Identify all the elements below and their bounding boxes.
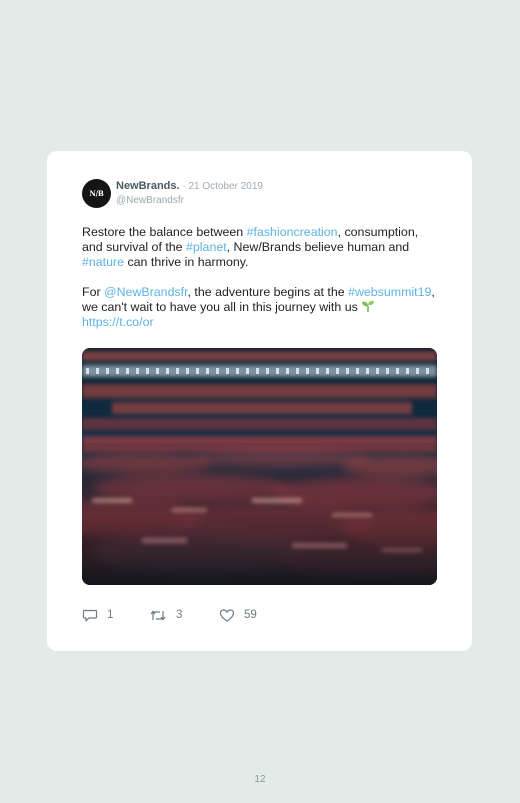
tweet-date[interactable]: · 21 October 2019	[180, 181, 263, 192]
text-segment: Restore the balance between	[82, 225, 247, 239]
hashtag-fashioncreation[interactable]: #fashioncreation	[247, 225, 338, 239]
reply-action[interactable]: 1	[82, 606, 113, 624]
hashtag-nature[interactable]: #nature	[82, 255, 124, 269]
sprout-icon	[361, 300, 375, 312]
tweet-link[interactable]: https://t.co/or	[82, 315, 154, 329]
tweet-paragraph-1: Restore the balance between #fashioncrea…	[82, 225, 442, 270]
heart-icon	[219, 608, 235, 622]
crowd-arena-photo	[82, 348, 437, 585]
page-number: 12	[254, 774, 266, 785]
text-segment: , New/Brands believe human and	[226, 240, 410, 254]
tweet-actions: 1 3 59	[82, 606, 442, 624]
tweet-paragraph-2: For @NewBrandsfr, the adventure begins a…	[82, 285, 442, 330]
hashtag-websummit19[interactable]: #websummit19	[348, 285, 431, 299]
retweet-icon	[150, 610, 166, 620]
retweet-count: 3	[176, 609, 183, 621]
avatar[interactable]: N/B	[82, 179, 111, 208]
text-segment: , the adventure begins at the	[187, 285, 349, 299]
author-line: NewBrands. · 21 October 2019	[116, 179, 376, 194]
hashtag-planet[interactable]: #planet	[186, 240, 227, 254]
tweet-text: Restore the balance between #fashioncrea…	[82, 225, 442, 330]
tweet-media-image[interactable]	[82, 348, 437, 585]
like-count: 59	[244, 609, 257, 621]
like-action[interactable]: 59	[219, 606, 257, 624]
author-block: NewBrands. · 21 October 2019 @NewBrandsf…	[116, 179, 376, 207]
text-segment: For	[82, 285, 105, 299]
author-handle[interactable]: @NewBrandsfr	[116, 194, 376, 207]
reply-count: 1	[107, 609, 114, 621]
retweet-action[interactable]: 3	[149, 606, 182, 624]
mention-newbrandsfr[interactable]: @NewBrandsfr	[104, 285, 188, 299]
tweet-card: N/B NewBrands. · 21 October 2019 @NewBra…	[47, 151, 472, 651]
reply-icon	[82, 609, 98, 622]
author-name[interactable]: NewBrands.	[116, 180, 180, 192]
text-segment: can thrive in harmony.	[124, 255, 249, 269]
